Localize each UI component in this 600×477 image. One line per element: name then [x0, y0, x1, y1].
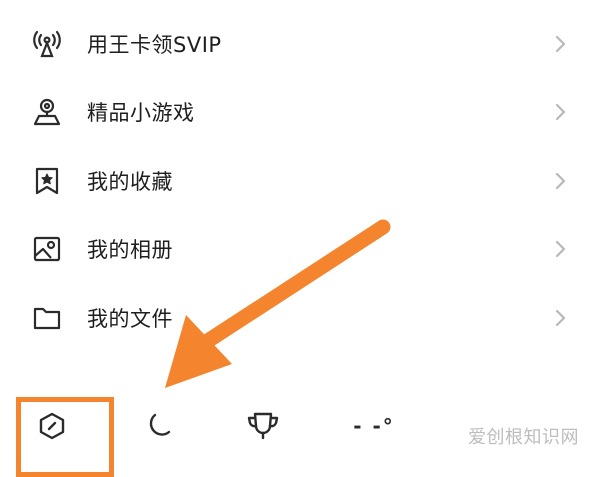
menu-item-label: 我的收藏	[87, 170, 173, 194]
chevron-right-icon	[555, 309, 566, 327]
chevron-right-icon	[555, 172, 566, 190]
menu-item-label: 我的文件	[87, 307, 173, 331]
menu-item-wangka-svip[interactable]: 用王卡领SVIP	[0, 14, 600, 74]
menu-item-label: 用王卡领SVIP	[87, 33, 222, 57]
antenna-icon	[32, 29, 62, 59]
temperature-icon[interactable]: - -°	[348, 395, 400, 456]
menu-item-label: 我的相册	[87, 238, 173, 262]
menu-item-files[interactable]: 我的文件	[0, 288, 600, 348]
menu-item-mini-games[interactable]: 精品小游戏	[0, 82, 600, 142]
highlight-box	[16, 397, 114, 477]
menu-item-favorites[interactable]: 我的收藏	[0, 151, 600, 211]
watermark-text: 爱创根知识网	[468, 427, 579, 448]
menu-item-album[interactable]: 我的相册	[0, 219, 600, 279]
menu-item-label: 精品小游戏	[87, 101, 195, 125]
location-pin-icon	[32, 97, 62, 127]
moon-icon[interactable]	[139, 395, 175, 456]
chevron-right-icon	[555, 240, 566, 258]
photo-album-icon	[32, 234, 62, 264]
trophy-icon[interactable]	[243, 395, 283, 456]
chevron-right-icon	[555, 103, 566, 121]
bookmark-star-icon	[32, 166, 62, 196]
chevron-right-icon	[555, 35, 566, 53]
folder-icon	[32, 303, 62, 333]
